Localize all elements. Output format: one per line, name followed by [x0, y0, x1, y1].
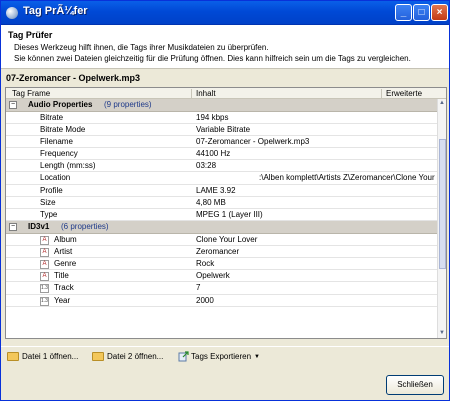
row-value: MPEG 1 (Layer III)	[196, 210, 263, 219]
row-name: Size	[40, 197, 56, 207]
row-value: Opelwerk	[196, 271, 230, 281]
close-window-button[interactable]: ×	[431, 4, 448, 21]
close-button[interactable]: Schließen	[386, 375, 444, 395]
row-name: Frequency	[40, 149, 78, 159]
bottom-toolbar: Datei 1 öffnen... Datei 2 öffnen... Tags…	[1, 346, 449, 366]
row-name: Artist	[54, 246, 73, 256]
row-value: Rock	[196, 259, 215, 269]
header-panel: Tag Prüfer Dieses Werkzeug hilft ihnen, …	[1, 25, 449, 69]
row-value: 03:28	[196, 161, 217, 171]
table-row[interactable]: A Artist Zeromancer	[6, 246, 438, 259]
row-value: 07-Zeromancer - Opelwerk.mp3	[196, 136, 310, 146]
header-title: Tag Prüfer	[8, 30, 53, 40]
column-header-row: Tag Frame Inhalt Erweiterte Eigensc	[6, 88, 446, 107]
row-value: Variable Bitrate	[196, 124, 251, 134]
row-name: Genre	[54, 259, 77, 269]
row-name: Bitrate	[40, 112, 64, 122]
numeric-frame-icon: 1.3	[40, 296, 49, 306]
scroll-down-icon[interactable]: ▼	[438, 329, 446, 338]
table-row[interactable]: A Album Clone Your Lover	[6, 234, 438, 246]
tag-pruefer-window: Tag PrÃ¼fer _ □ × Tag Prüfer Dieses Werk…	[0, 0, 450, 401]
table-row[interactable]: Bitrate Mode Variable Bitrate	[6, 124, 438, 136]
row-name: Track	[54, 283, 74, 293]
table-row[interactable]: 1.3 Track 7	[6, 282, 438, 295]
group-id3v1[interactable]: − ID3v1 (6 properties)	[6, 221, 438, 234]
scroll-thumb[interactable]	[439, 139, 446, 269]
row-value: 194 kbps	[196, 112, 229, 122]
row-value: Clone Your Lover	[196, 234, 258, 244]
numeric-frame-icon: 1.3	[40, 284, 49, 294]
row-name: Album	[54, 234, 77, 244]
vertical-scrollbar[interactable]: ▲ ▼	[437, 99, 446, 338]
table-row[interactable]: Size 4,80 MB	[6, 197, 438, 209]
column-header-inhalt[interactable]: Inhalt	[196, 89, 216, 98]
window-title: Tag PrÃ¼fer	[23, 5, 88, 17]
column-header-tag-frame[interactable]: Tag Frame	[12, 89, 50, 98]
app-icon	[6, 7, 18, 19]
row-name: Length (mm:ss)	[40, 161, 96, 171]
open-file-1-button[interactable]: Datei 1 öffnen...	[22, 350, 78, 364]
header-description-line2: Sie können zwei Dateien gleichzeitig für…	[14, 54, 411, 63]
tag-grid[interactable]: Tag Frame Inhalt Erweiterte Eigensc − Au…	[5, 87, 447, 339]
maximize-button[interactable]: □	[413, 4, 430, 21]
row-name: Type	[40, 210, 58, 219]
export-tags-button[interactable]: Tags Exportieren	[191, 350, 251, 364]
folder-open-icon	[7, 352, 19, 361]
folder-open-icon	[92, 352, 104, 361]
table-row[interactable]: Bitrate 194 kbps	[6, 112, 438, 124]
row-name: Year	[54, 295, 71, 305]
row-name: Location	[40, 173, 71, 183]
export-icon	[178, 351, 189, 362]
row-value: 7	[196, 283, 201, 293]
group-count: (9 properties)	[104, 100, 152, 109]
current-file-name: 07-Zeromancer - Opelwerk.mp3	[6, 73, 141, 83]
table-row[interactable]: Length (mm:ss) 03:28	[6, 160, 438, 173]
chevron-down-icon[interactable]: ▼	[254, 350, 260, 364]
open-file-2-button[interactable]: Datei 2 öffnen...	[107, 350, 163, 364]
row-value: Zeromancer	[196, 246, 240, 256]
row-name: Filename	[40, 136, 73, 146]
table-row[interactable]: A Genre Rock	[6, 258, 438, 271]
group-audio-properties[interactable]: − Audio Properties (9 properties)	[6, 99, 438, 112]
tag-rows: − Audio Properties (9 properties) Bitrat…	[6, 99, 446, 307]
row-name: Profile	[40, 185, 63, 195]
collapse-icon[interactable]: −	[9, 101, 17, 109]
text-frame-icon: A	[40, 235, 49, 245]
table-row[interactable]: A Title Opelwerk	[6, 270, 438, 283]
table-row[interactable]: Frequency 44100 Hz	[6, 148, 438, 161]
group-title: ID3v1	[28, 222, 50, 232]
text-frame-icon: A	[40, 260, 49, 270]
scroll-up-icon[interactable]: ▲	[438, 99, 446, 108]
text-frame-icon: A	[40, 272, 49, 282]
row-value: LAME 3.92	[196, 185, 236, 195]
collapse-icon[interactable]: −	[9, 223, 17, 232]
table-row[interactable]: Location :\Alben komplett\Artists Z\Zerom…	[6, 172, 446, 185]
title-bar[interactable]: Tag PrÃ¼fer _ □ ×	[1, 1, 449, 25]
text-frame-icon: A	[40, 247, 49, 257]
minimize-button[interactable]: _	[395, 4, 412, 21]
row-name: Title	[54, 271, 69, 281]
table-row[interactable]: 1.3 Year 2000	[6, 295, 438, 307]
row-value: 4,80 MB	[196, 197, 226, 207]
row-value: 2000	[196, 295, 214, 305]
group-title: Audio Properties	[28, 100, 93, 109]
table-row[interactable]: Type MPEG 1 (Layer III)	[6, 209, 438, 222]
table-row[interactable]: Profile LAME 3.92	[6, 185, 438, 197]
row-value: :\Alben komplett\Artists Z\Zeromancer\Cl…	[259, 173, 447, 183]
row-name: Bitrate Mode	[40, 124, 86, 134]
group-count: (6 properties)	[61, 222, 109, 232]
table-row[interactable]: Filename 07-Zeromancer - Opelwerk.mp3	[6, 136, 438, 149]
header-description-line1: Dieses Werkzeug hilft ihnen, die Tags ih…	[14, 43, 269, 52]
row-value: 44100 Hz	[196, 149, 231, 159]
